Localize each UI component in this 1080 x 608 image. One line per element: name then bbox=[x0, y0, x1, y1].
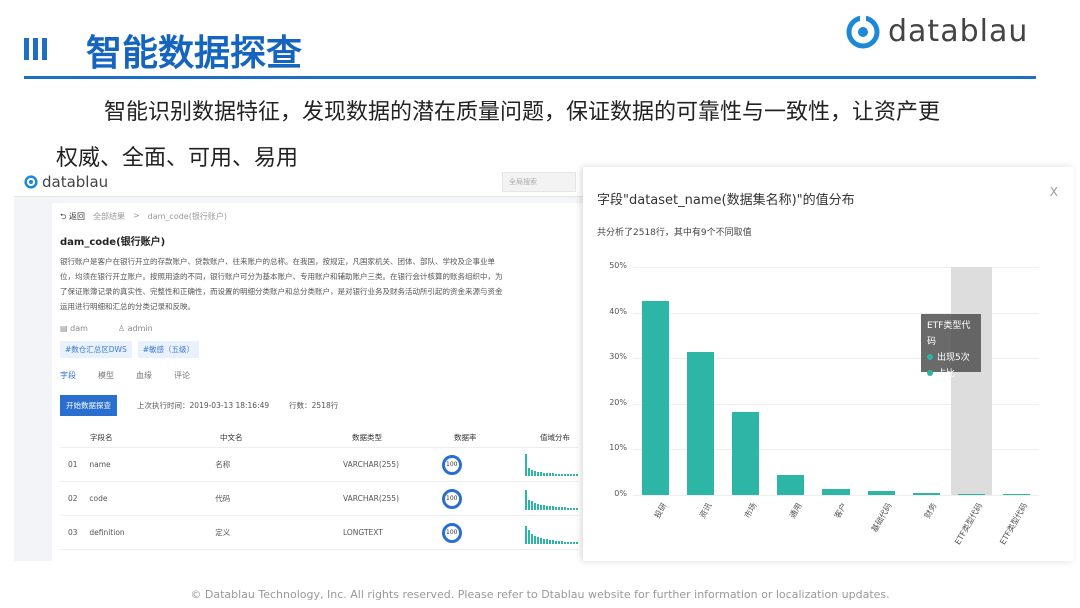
chart-bar[interactable] bbox=[732, 412, 760, 495]
brand-logo: datablau bbox=[846, 14, 1028, 49]
fill-rate-ring: 100 bbox=[441, 454, 462, 475]
field-type: VARCHAR(255) bbox=[342, 494, 399, 503]
app-logo-text: datablau bbox=[42, 172, 109, 191]
datablau-logo-icon bbox=[846, 14, 880, 48]
owner-meta: ♙ admin bbox=[117, 324, 153, 333]
x-tick-label: 财务 bbox=[923, 501, 939, 520]
column-header: 数据类型 bbox=[352, 433, 382, 442]
row-number: 03 bbox=[68, 528, 78, 537]
tab-fields[interactable]: 字段 bbox=[60, 370, 76, 381]
datablau-logo-icon bbox=[24, 174, 38, 189]
x-tick-label: 通用 bbox=[787, 501, 804, 520]
asset-description: 银行账户是客户在银行开立的存款账户、贷款账户、往来账户的总称。在我国，按规定，凡… bbox=[60, 257, 503, 311]
x-tick-label: ETF类型代码 bbox=[952, 501, 985, 547]
tab-model[interactable]: 模型 bbox=[98, 370, 114, 381]
chart-bar[interactable] bbox=[912, 492, 940, 495]
chart-bar[interactable] bbox=[642, 301, 670, 495]
field-cn-name: 代码 bbox=[215, 494, 231, 503]
asset-detail-app: datablau 全局搜索 ⮌ 返回 全部结果 > dam_code(银行账户)… bbox=[14, 167, 586, 561]
y-tick-label: 40% bbox=[609, 306, 627, 316]
slide-footer: © Datablau Technology, Inc. All rights r… bbox=[190, 588, 890, 601]
row-count: 行数：2518行 bbox=[289, 401, 339, 410]
tab-comments[interactable]: 评论 bbox=[174, 370, 190, 381]
y-tick-label: 20% bbox=[609, 397, 627, 407]
tooltip-line: 出现5次 bbox=[927, 350, 975, 366]
asset-meta: ▤ dam ♙ admin bbox=[60, 324, 578, 333]
value-distribution-panel: 字段"dataset_name(数据集名称)"的值分布 X 共分析了2518行，… bbox=[583, 167, 1074, 561]
x-tick-label: ETF类型代码 bbox=[998, 501, 1030, 547]
chart-bar[interactable] bbox=[867, 491, 895, 495]
back-link[interactable]: ⮌ 返回 bbox=[60, 211, 85, 225]
description-line-1: 智能识别数据特征，发现数据的潜在质量问题，保证数据的可靠性与一致性，让资产更 bbox=[104, 100, 941, 125]
field-cn-name: 名称 bbox=[215, 460, 231, 469]
field-name[interactable]: definition bbox=[87, 528, 215, 537]
breadcrumb-separator: > bbox=[132, 211, 140, 220]
chart-bar[interactable] bbox=[822, 488, 850, 495]
field-name[interactable]: name bbox=[87, 460, 215, 469]
field-name[interactable]: code bbox=[87, 494, 215, 503]
y-tick-label: 50% bbox=[609, 261, 627, 270]
column-header: 值域分布 bbox=[540, 433, 570, 442]
chart-tooltip: ETF类型代码 出现5次 占比0.2% bbox=[921, 314, 981, 395]
x-tick-label: 基础代码 bbox=[869, 501, 894, 534]
app-logo[interactable]: datablau bbox=[24, 173, 108, 191]
fill-rate-ring: 100 bbox=[441, 522, 462, 543]
title-accent-bars bbox=[24, 38, 47, 60]
database-meta: ▤ dam bbox=[60, 324, 88, 333]
grid-line bbox=[633, 495, 1039, 496]
fill-rate-ring: 100 bbox=[441, 488, 462, 509]
panel-summary: 共分析了2518行，其中有9个不同取值 bbox=[597, 228, 752, 238]
x-tick-label: 市场 bbox=[742, 501, 759, 520]
chart-bar[interactable] bbox=[957, 494, 985, 496]
x-tick-label: 资讯 bbox=[697, 501, 714, 520]
logo-text: datablau bbox=[888, 14, 1029, 49]
panel-title: 字段"dataset_name(数据集名称)"的值分布 bbox=[597, 193, 855, 208]
column-header: 数据率 bbox=[454, 433, 477, 442]
tab-lineage[interactable]: 血缘 bbox=[136, 370, 152, 381]
y-tick-label: 10% bbox=[609, 443, 627, 453]
tag-list: #数仓汇总区DWS #敏感（五级） bbox=[60, 341, 578, 358]
y-tick-label: 0% bbox=[614, 489, 627, 498]
start-profiling-button[interactable]: 开始数据探查 bbox=[60, 395, 117, 416]
table-header: 字段名 中文名 数据类型 数据率 值域分布 bbox=[60, 428, 578, 448]
x-tick-label: 客户 bbox=[832, 501, 849, 520]
close-icon[interactable]: X bbox=[1050, 185, 1058, 199]
app-header: datablau 全局搜索 bbox=[14, 167, 586, 197]
profiling-toolbar: 开始数据探查 上次执行时间：2019-03-13 18:16:49 行数：251… bbox=[60, 395, 578, 416]
chart-bar[interactable] bbox=[1002, 494, 1030, 496]
field-type: LONGTEXT bbox=[342, 528, 383, 537]
breadcrumb-all-results[interactable]: 全部结果 bbox=[93, 211, 125, 225]
table-row[interactable]: 01 name 名称 VARCHAR(255) 100 bbox=[60, 448, 578, 482]
value-distribution-sparkline[interactable] bbox=[524, 453, 578, 476]
column-header: 中文名 bbox=[220, 433, 243, 442]
row-number: 02 bbox=[68, 494, 78, 503]
chart-bar[interactable] bbox=[777, 474, 805, 495]
slide-title: 智能数据探查 bbox=[86, 33, 303, 74]
y-tick-label: 30% bbox=[609, 352, 627, 362]
field-type: VARCHAR(255) bbox=[342, 460, 399, 469]
column-header: 字段名 bbox=[90, 433, 113, 442]
breadcrumb: ⮌ 返回 全部结果 > dam_code(银行账户) bbox=[60, 211, 578, 225]
tag-item[interactable]: #数仓汇总区DWS bbox=[60, 341, 132, 358]
asset-title: dam_code(银行账户) bbox=[60, 237, 166, 248]
table-row[interactable]: 02 code 代码 VARCHAR(255) 100 bbox=[60, 482, 578, 516]
last-run-time: 上次执行时间：2019-03-13 18:16:49 bbox=[137, 401, 270, 410]
field-cn-name: 定义 bbox=[215, 528, 231, 537]
chart-bar[interactable] bbox=[687, 352, 715, 495]
tooltip-title: ETF类型代码 bbox=[927, 321, 971, 347]
value-distribution-sparkline[interactable] bbox=[524, 488, 578, 510]
title-divider bbox=[24, 76, 1036, 79]
asset-card: ⮌ 返回 全部结果 > dam_code(银行账户) dam_code(银行账户… bbox=[52, 203, 586, 561]
asset-tabs: 字段 模型 血缘 评论 bbox=[60, 370, 578, 381]
tooltip-line: 占比0.2% bbox=[927, 369, 956, 395]
x-tick-label: 投研 bbox=[652, 501, 669, 520]
global-search-input[interactable]: 全局搜索 bbox=[502, 171, 576, 192]
value-distribution-sparkline[interactable] bbox=[524, 522, 578, 544]
field-table: 字段名 中文名 数据类型 数据率 值域分布 01 name 名称 VARCHAR… bbox=[60, 428, 578, 550]
row-number: 01 bbox=[68, 460, 78, 469]
breadcrumb-current: dam_code(银行账户) bbox=[147, 212, 227, 221]
table-row[interactable]: 03 definition 定义 LONGTEXT 100 bbox=[60, 516, 578, 550]
tag-item[interactable]: #敏感（五级） bbox=[137, 341, 200, 358]
